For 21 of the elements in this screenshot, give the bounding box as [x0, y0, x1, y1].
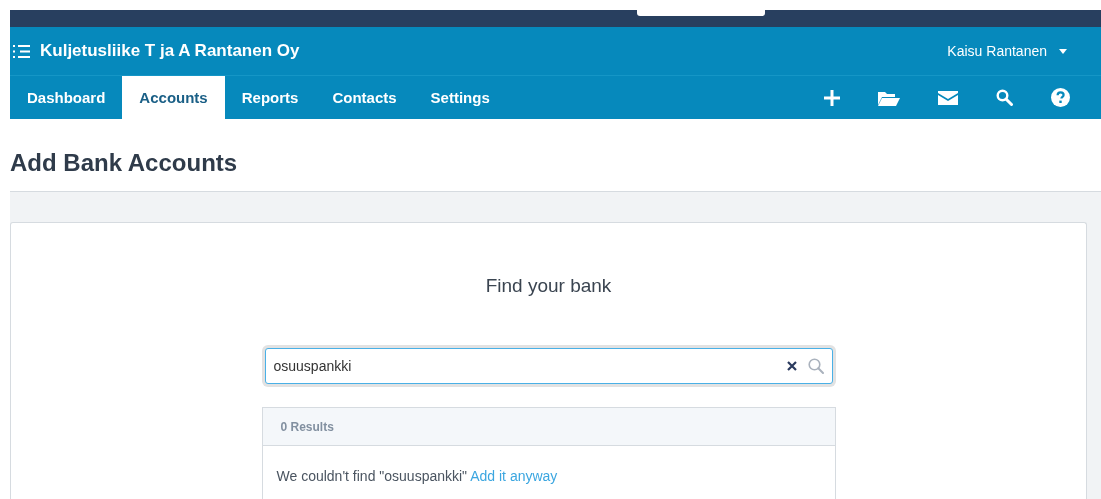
results-count: 0 Results [280, 419, 334, 434]
no-results-message: We couldn't find "osuuspankki" Add it anyway [276, 468, 559, 484]
add-anyway-link[interactable]: Add it anyway [470, 468, 558, 484]
user-menu[interactable]: Kaisu Rantanen [947, 43, 1067, 59]
folder-icon[interactable] [878, 89, 900, 106]
caret-icon [1059, 48, 1067, 54]
organisation-name[interactable]: Kuljetusliike T ja A Rantanen Oy [40, 41, 300, 61]
search-icon[interactable] [807, 358, 824, 374]
help-icon[interactable] [1051, 88, 1070, 107]
nav-tab[interactable]: Reports [224, 76, 316, 119]
nav-tab[interactable]: Contacts [315, 76, 414, 119]
nav-tab[interactable]: Settings [413, 76, 507, 119]
clear-icon[interactable] [786, 361, 797, 371]
menu-icon[interactable] [13, 44, 30, 58]
search-icon[interactable] [996, 89, 1013, 106]
finder-heading: Find your bank [485, 275, 612, 297]
nav-tab[interactable]: Accounts [122, 76, 225, 119]
search-field[interactable]: osuuspankki [264, 348, 833, 384]
nav-tab[interactable]: Dashboard [10, 76, 123, 119]
mail-icon[interactable] [938, 90, 958, 105]
add-icon[interactable] [824, 89, 840, 106]
